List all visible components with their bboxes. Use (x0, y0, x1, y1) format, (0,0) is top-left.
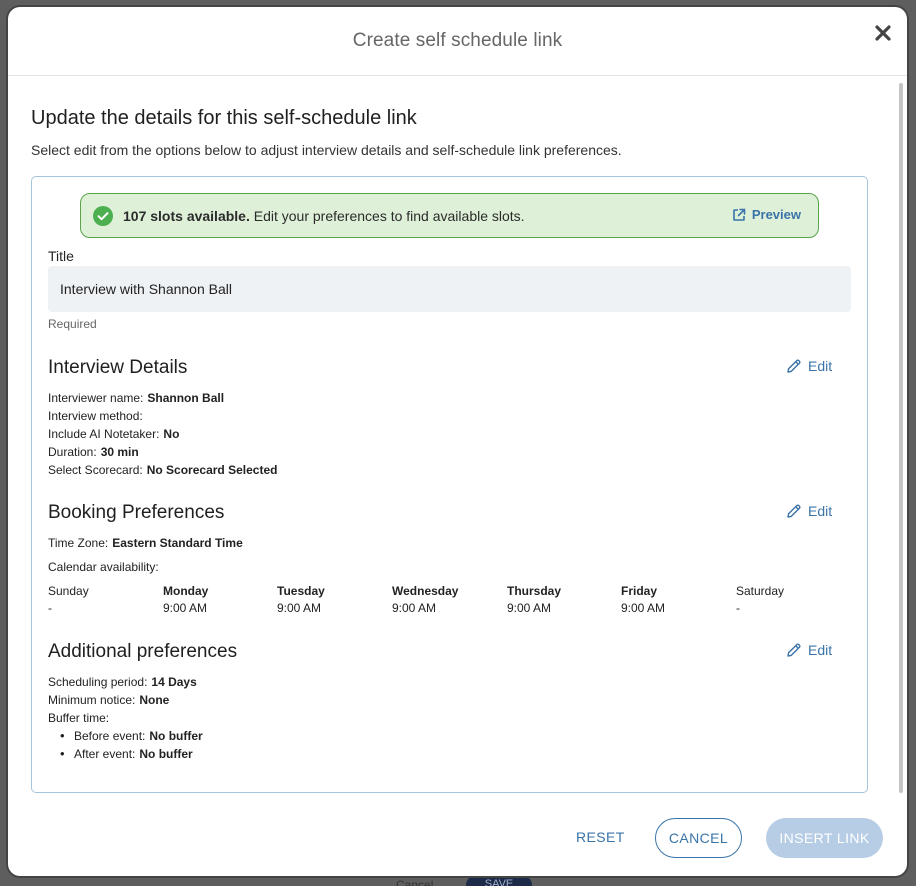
external-link-icon (733, 208, 746, 221)
pencil-icon (787, 504, 801, 518)
interview-method-row: Interview method: (48, 409, 147, 423)
day-name: Friday (621, 584, 658, 598)
day-sunday: Sunday - (48, 584, 89, 615)
pencil-icon (787, 643, 801, 657)
edit-additional-preferences-button[interactable]: Edit (786, 642, 832, 658)
row-value: No (163, 427, 180, 441)
row-label: Select Scorecard: (48, 463, 143, 477)
scheduling-period-row: Scheduling period: 14 Days (48, 675, 197, 689)
calendar-availability-label: Calendar availability: (48, 560, 159, 574)
day-time: 9:00 AM (163, 601, 208, 615)
day-tuesday: Tuesday 9:00 AM (277, 584, 325, 615)
close-icon (875, 25, 891, 41)
reset-button[interactable]: RESET (576, 829, 625, 845)
day-time: 9:00 AM (507, 601, 552, 615)
edit-label: Edit (808, 503, 833, 519)
link-details-card: 107 slots available. Edit your preferenc… (31, 176, 868, 793)
minimum-notice-row: Minimum notice: None (48, 693, 169, 707)
insert-link-button[interactable]: INSERT LINK (766, 818, 883, 858)
day-time: 9:00 AM (621, 601, 666, 615)
row-label: Duration: (48, 445, 97, 459)
background-save-button: SAVE (466, 876, 532, 886)
preview-label: Preview (751, 207, 801, 222)
title-helper-text: Required (48, 317, 97, 331)
row-value: 14 Days (151, 675, 197, 689)
additional-preferences-title: Additional preferences (48, 641, 238, 662)
row-label: Scheduling period: (48, 675, 148, 689)
day-name: Saturday (736, 584, 785, 598)
day-name: Monday (163, 584, 209, 598)
interview-details-title: Interview Details (48, 357, 188, 378)
interviewer-name-row: Interviewer name: Shannon Ball (48, 391, 224, 405)
edit-interview-details-button[interactable]: Edit (786, 358, 832, 374)
day-time: - (736, 601, 740, 615)
alert-text: 107 slots available. Edit your preferenc… (123, 208, 525, 224)
day-time: - (48, 601, 52, 615)
page-heading: Update the details for this self-schedul… (31, 107, 417, 129)
day-name: Thursday (507, 584, 562, 598)
slots-available-alert: 107 slots available. Edit your preferenc… (80, 193, 819, 238)
title-label: Title (48, 248, 74, 264)
row-value: None (139, 693, 170, 707)
booking-preferences-title: Booking Preferences (48, 502, 225, 523)
row-value: No buffer (139, 747, 193, 761)
ai-notetaker-row: Include AI Notetaker: No (48, 427, 179, 441)
row-value: Shannon Ball (147, 391, 225, 405)
row-value: No buffer (149, 729, 203, 743)
row-value: Eastern Standard Time (112, 536, 243, 550)
day-time: 9:00 AM (392, 601, 437, 615)
day-monday: Monday 9:00 AM (163, 584, 208, 615)
cancel-button[interactable]: CANCEL (655, 818, 742, 858)
slots-count: 107 slots available. (123, 207, 250, 224)
duration-row: Duration: 30 min (48, 445, 139, 459)
alert-message: Edit your preferences to find available … (249, 207, 525, 224)
row-value: No Scorecard Selected (146, 463, 278, 477)
row-label: Minimum notice: (48, 693, 136, 707)
row-label: Time Zone: (48, 536, 109, 550)
modal-title: Create self schedule link (352, 30, 563, 51)
self-schedule-modal: Create self schedule link Update the det… (8, 7, 907, 876)
day-saturday: Saturday - (736, 584, 784, 615)
day-wednesday: Wednesday 9:00 AM (392, 584, 458, 615)
day-name: Tuesday (277, 584, 325, 598)
check-circle-icon (93, 205, 113, 226)
title-input[interactable] (48, 266, 851, 312)
edit-label: Edit (808, 642, 833, 658)
background-cancel-link: Cancel (396, 878, 434, 886)
modal-intro: Update the details for this self-schedul… (31, 107, 871, 158)
preview-link[interactable]: Preview (732, 207, 801, 222)
pencil-icon (787, 359, 801, 373)
day-time: 9:00 AM (277, 601, 322, 615)
day-thursday: Thursday 9:00 AM (507, 584, 561, 615)
row-label: Interviewer name: (48, 391, 144, 405)
edit-label: Edit (808, 358, 833, 374)
day-name: Wednesday (392, 584, 459, 598)
after-event-row: After event:No buffer (60, 746, 193, 761)
modal-scrollbar[interactable] (899, 83, 903, 793)
before-event-row: Before event:No buffer (60, 728, 203, 743)
buffer-time-label: Buffer time: (48, 711, 110, 725)
close-button[interactable] (871, 21, 895, 45)
row-value: 30 min (100, 445, 139, 459)
row-label: Include AI Notetaker: (48, 427, 160, 441)
edit-booking-preferences-button[interactable]: Edit (786, 503, 832, 519)
page-subheading: Select edit from the options below to ad… (31, 142, 622, 158)
row-label: Before event: (74, 729, 146, 743)
row-label: Interview method: (48, 409, 143, 423)
scorecard-row: Select Scorecard: No Scorecard Selected (48, 463, 277, 477)
modal-header: Create self schedule link (8, 7, 907, 76)
row-label: After event: (74, 747, 136, 761)
day-name: Sunday (48, 584, 89, 598)
timezone-row: Time Zone: Eastern Standard Time (48, 536, 243, 550)
day-friday: Friday 9:00 AM (621, 584, 665, 615)
